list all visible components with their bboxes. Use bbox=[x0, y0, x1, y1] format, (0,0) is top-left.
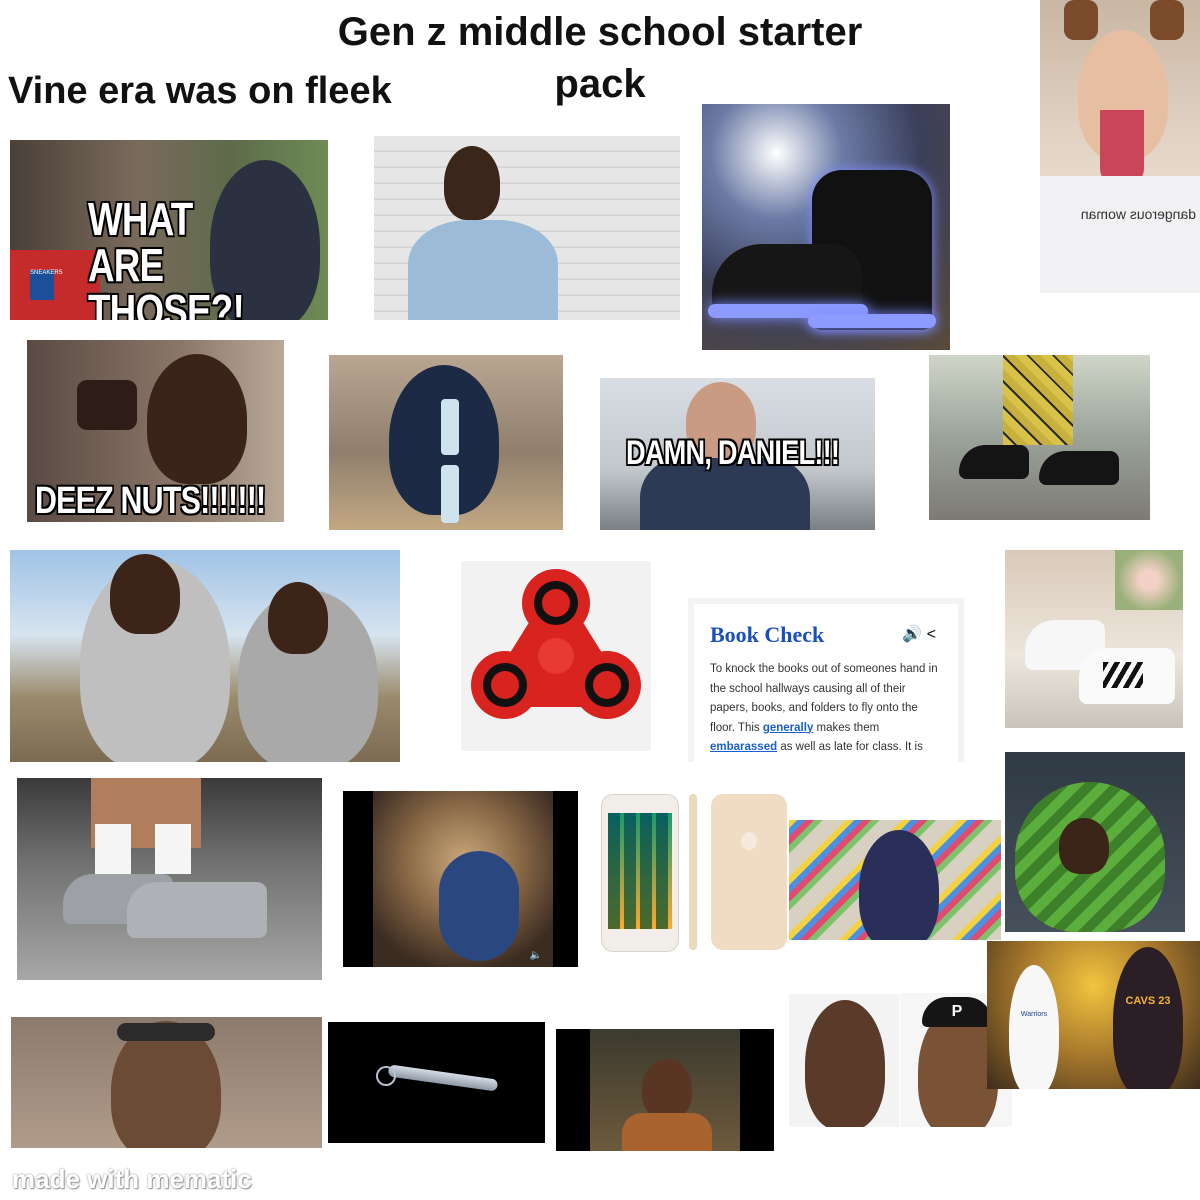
nba-finals-image: Warriors CAVS 23 bbox=[987, 941, 1200, 1089]
superstar-shoes-image bbox=[1005, 550, 1183, 728]
definition-term: Book Check bbox=[710, 622, 825, 647]
led-sole-back bbox=[808, 314, 936, 328]
definition-text: To knock the books out of someones hand … bbox=[710, 663, 938, 753]
rapper-right-head bbox=[268, 582, 328, 654]
damn-daniel-caption: DAMN, DANIEL!!! bbox=[626, 434, 840, 472]
fidget-spinner-image bbox=[461, 561, 651, 751]
kid-jacket bbox=[622, 1113, 712, 1151]
black-shoe-right bbox=[1039, 451, 1119, 485]
white-socks bbox=[95, 824, 199, 874]
link-generally[interactable]: generally bbox=[763, 722, 814, 734]
plaid-pants bbox=[1003, 355, 1073, 445]
tory-lanez-image bbox=[789, 994, 899, 1127]
what-are-those-caption: WHAT ARE THOSE?! bbox=[88, 193, 245, 320]
new-balance-image bbox=[17, 778, 322, 980]
speaker-share-icons: 🔊 < bbox=[902, 626, 936, 643]
dog-filter-selfie-image: dangerous woman bbox=[1040, 0, 1200, 293]
page-subtitle: Vine era was on fleek bbox=[8, 70, 392, 112]
grey-sneaker-right bbox=[127, 882, 267, 938]
lil-yachty-image bbox=[10, 550, 400, 762]
fetty-wap-image bbox=[11, 1017, 322, 1148]
warriors-player bbox=[1009, 965, 1059, 1089]
whistle bbox=[387, 1064, 499, 1092]
water-bottle-top bbox=[441, 399, 459, 455]
flowers bbox=[1115, 550, 1183, 610]
shirt-text: dangerous woman bbox=[1080, 206, 1196, 222]
damn-daniel-image: DAMN, DANIEL!!! bbox=[600, 378, 875, 530]
apple-logo-icon bbox=[741, 832, 757, 850]
light-up-shoes-image bbox=[702, 104, 950, 350]
dab-video-still: 🔈 bbox=[343, 791, 578, 967]
dog-whistle-image bbox=[328, 1022, 545, 1143]
shocked-kid-face bbox=[642, 1059, 692, 1119]
green-hoodie-image bbox=[1005, 752, 1185, 932]
iphone-front bbox=[601, 794, 679, 952]
warriors-jersey-text: Warriors bbox=[1020, 1011, 1048, 1018]
shirt bbox=[1040, 176, 1200, 293]
dog-ear-right bbox=[1150, 0, 1184, 40]
smiling-guy-body bbox=[408, 220, 558, 320]
huarache-shoes-image bbox=[929, 355, 1150, 520]
mematic-watermark: made with mematic bbox=[12, 1164, 252, 1194]
sneakers-logo: SNEAKERS bbox=[30, 270, 63, 300]
smiling-guy-head bbox=[444, 146, 500, 220]
link-embarassed[interactable]: embarassed bbox=[710, 741, 777, 753]
fidget-spinner-icon bbox=[471, 569, 641, 719]
shoe-stripes bbox=[1103, 662, 1143, 688]
cavs-jersey-text: CAVS 23 bbox=[1125, 995, 1171, 1007]
rapper-left-head bbox=[110, 554, 180, 634]
black-shoe-left bbox=[959, 445, 1029, 479]
book-check-definition: Book Check 🔊 < To knock the books out of… bbox=[688, 598, 964, 762]
hoodie-face bbox=[1059, 818, 1109, 874]
cavs-player bbox=[1113, 947, 1183, 1089]
water-bottle bbox=[441, 465, 459, 523]
deez-nuts-caption: DEEZ NUTS!!!!!!! bbox=[35, 480, 266, 522]
dog-ear-left bbox=[1064, 0, 1098, 40]
iphone-side bbox=[689, 794, 697, 950]
bearded-man bbox=[805, 1000, 885, 1127]
black-cap: P bbox=[922, 997, 992, 1027]
smiling-guy-image bbox=[374, 136, 680, 320]
deez-nuts-face bbox=[147, 354, 247, 484]
ribbon-dancer-image bbox=[789, 820, 1001, 940]
whistle-ring bbox=[376, 1066, 396, 1086]
dancer-figure bbox=[859, 830, 939, 940]
shocked-kid-image bbox=[556, 1029, 774, 1151]
what-are-those-image: SNEAKERS WHAT ARE THOSE?! bbox=[10, 140, 328, 320]
phone-hand bbox=[77, 380, 137, 430]
iphone-screen bbox=[608, 813, 672, 929]
iphone-back bbox=[711, 794, 787, 950]
blue-hat bbox=[439, 851, 519, 961]
video-volume-icon[interactable]: 🔈 bbox=[530, 950, 542, 961]
deez-nuts-image: DEEZ NUTS!!!!!!! bbox=[27, 340, 284, 522]
iphone-image bbox=[599, 792, 789, 952]
bottle-flip-image bbox=[329, 355, 563, 530]
bandana bbox=[117, 1023, 215, 1041]
